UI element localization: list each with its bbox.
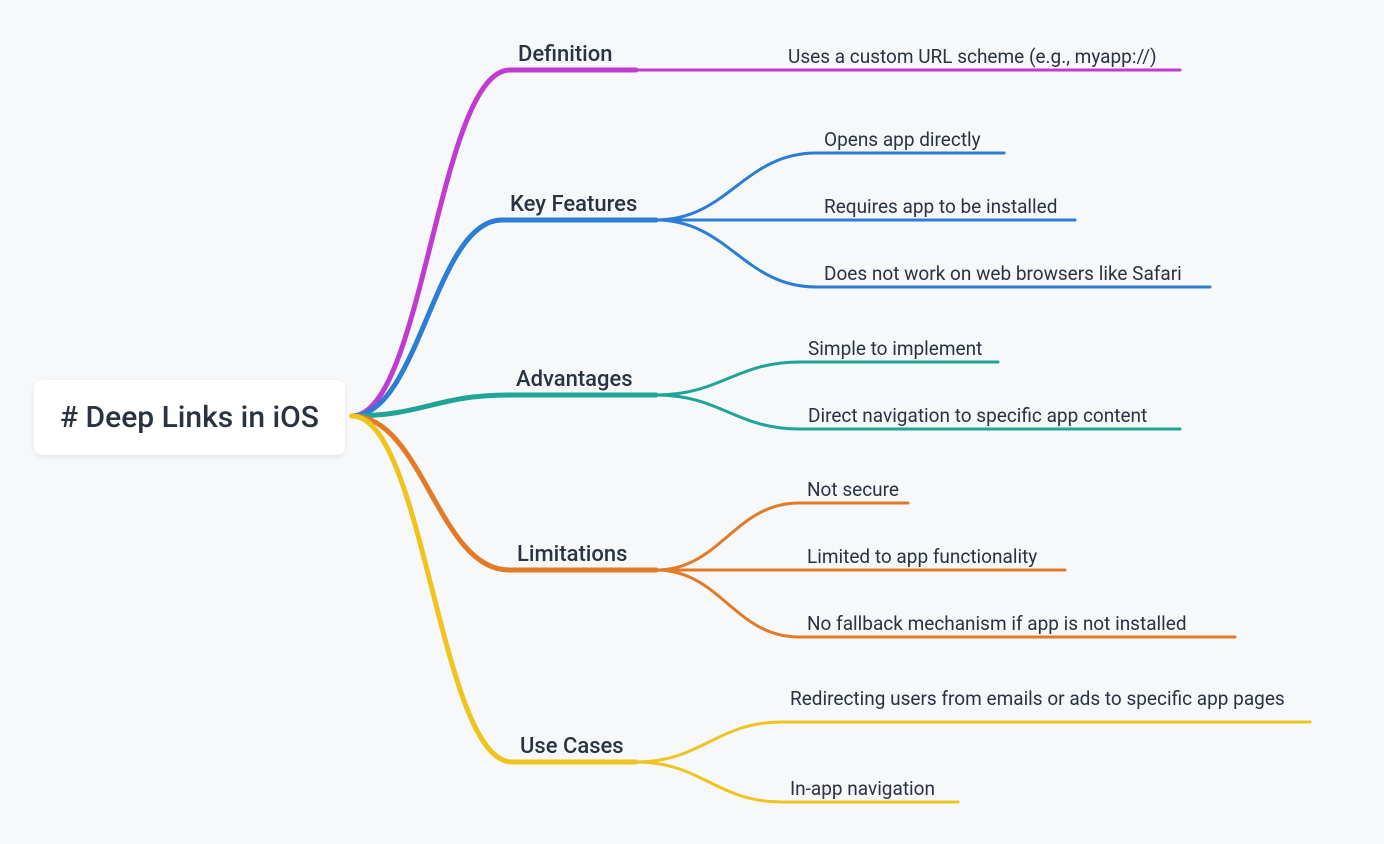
branch-limitations[interactable]: Limitations	[517, 542, 627, 567]
mindmap-canvas: # Deep Links in iOS Definition Key Featu…	[0, 0, 1384, 844]
leaf-advantages-0[interactable]: Simple to implement	[808, 337, 982, 360]
leaf-keyfeatures-2[interactable]: Does not work on web browsers like Safar…	[824, 262, 1182, 285]
leaf-keyfeatures-0[interactable]: Opens app directly	[824, 128, 981, 151]
leaf-keyfeatures-1[interactable]: Requires app to be installed	[824, 195, 1057, 218]
leaf-limitations-1[interactable]: Limited to app functionality	[807, 545, 1037, 568]
leaf-usecases-0[interactable]: Redirecting users from emails or ads to …	[790, 687, 1285, 710]
leaf-limitations-2[interactable]: No fallback mechanism if app is not inst…	[807, 612, 1187, 635]
branch-advantages[interactable]: Advantages	[516, 367, 633, 392]
leaf-usecases-1[interactable]: In-app navigation	[790, 777, 935, 800]
root-node[interactable]: # Deep Links in iOS	[34, 380, 345, 455]
branch-keyfeatures[interactable]: Key Features	[510, 192, 637, 217]
branch-definition[interactable]: Definition	[518, 42, 613, 67]
branch-usecases[interactable]: Use Cases	[520, 734, 624, 759]
leaf-advantages-1[interactable]: Direct navigation to specific app conten…	[808, 404, 1147, 427]
leaf-limitations-0[interactable]: Not secure	[807, 478, 899, 501]
leaf-definition-0[interactable]: Uses a custom URL scheme (e.g., myapp://…	[788, 45, 1157, 68]
